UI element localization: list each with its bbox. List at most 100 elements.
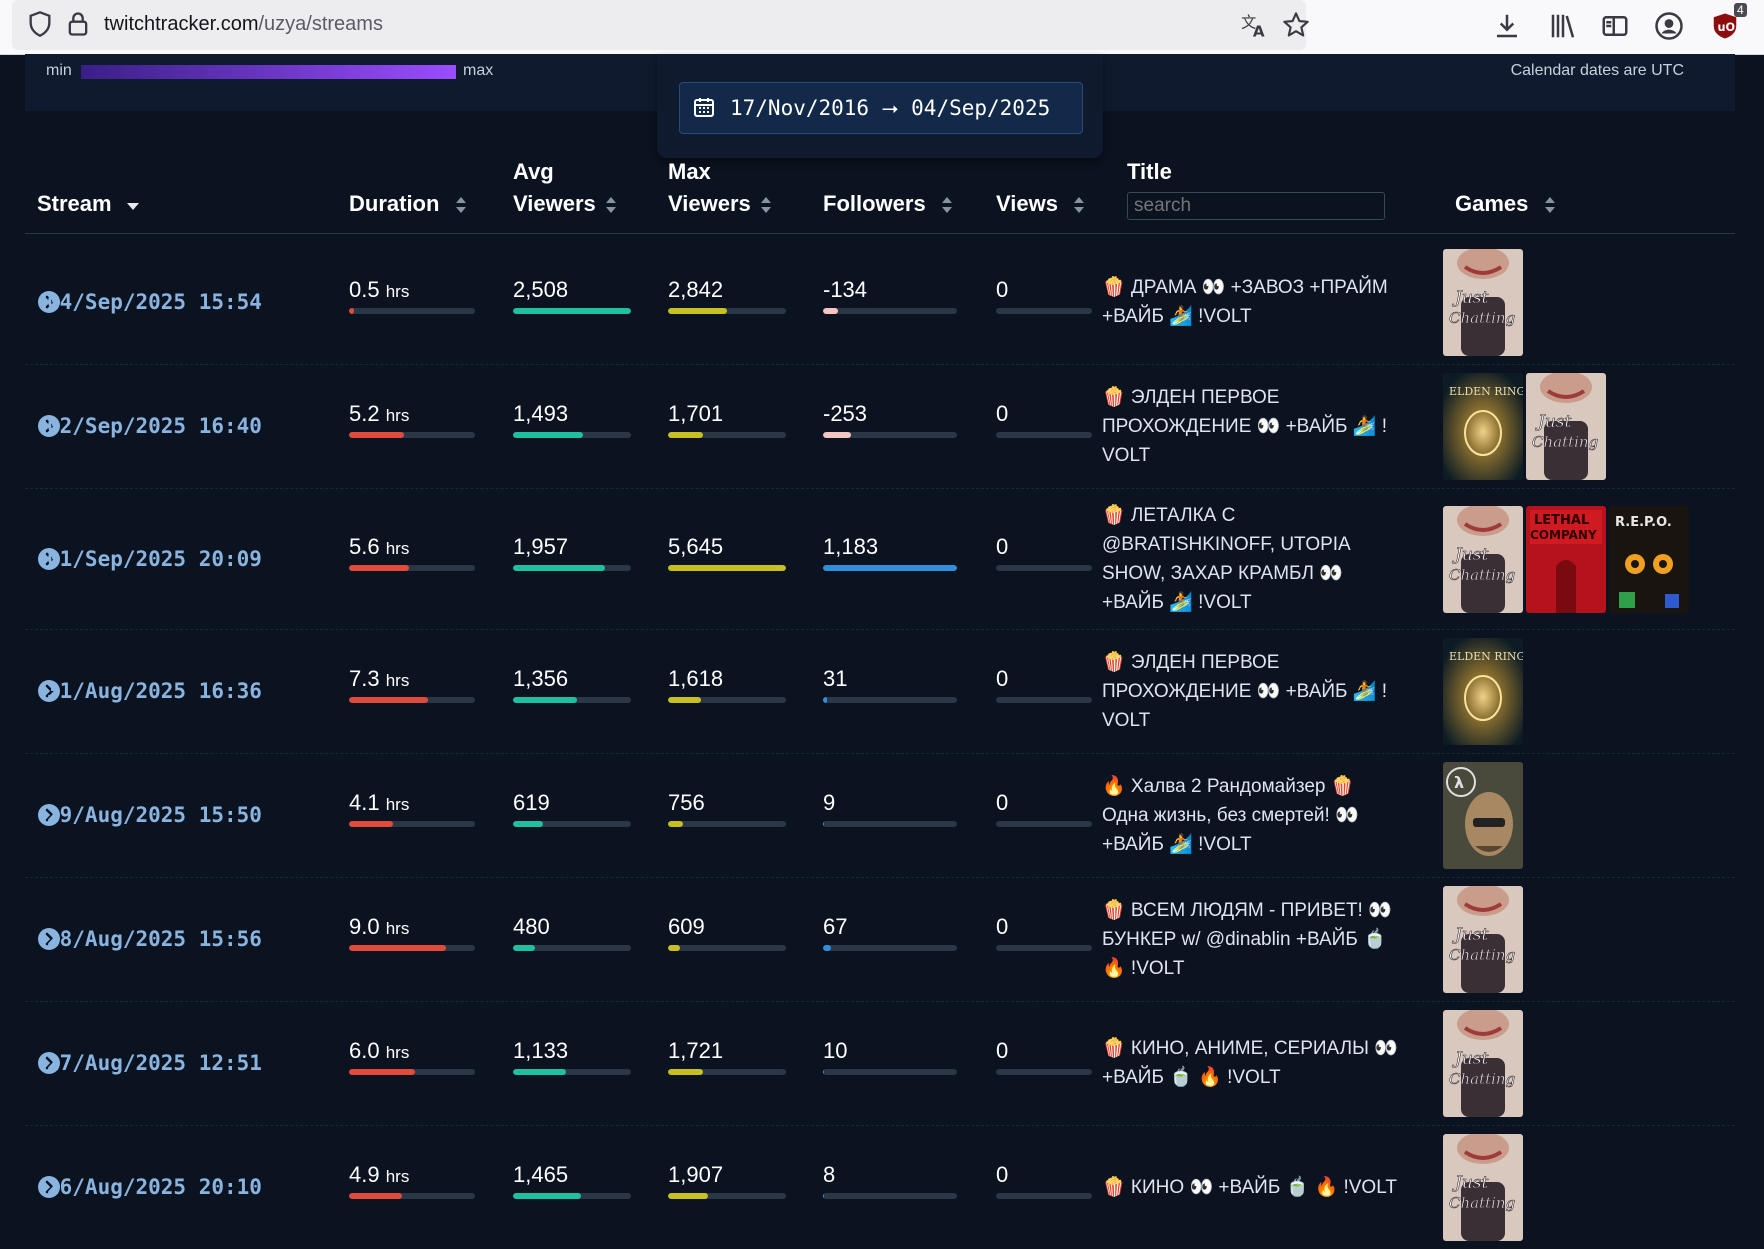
title-line: 🍿 КИНО 👀 +ВАЙБ 🍵 🔥 !VOLT — [1102, 1176, 1397, 1198]
game-thumbnail[interactable]: Just Chatting — [1443, 249, 1523, 356]
followers-bar — [823, 945, 957, 951]
followers-bar — [823, 564, 957, 571]
lock-icon[interactable] — [64, 10, 92, 38]
url-text[interactable]: twitchtracker.com/uzya/streams — [104, 13, 383, 36]
title-line: +ВАЙБ 🏄 !VOLT — [1102, 833, 1252, 855]
views-value: 0 — [996, 914, 1009, 939]
date-range-button[interactable]: 17/Nov/2016 ⭢ 04/Sep/2025 — [679, 82, 1083, 134]
address-bar[interactable]: twitchtracker.com/uzya/streams 文A — [12, 0, 1309, 50]
title-line: 🍿 ЭЛДЕН ПЕРВОЕ — [1102, 386, 1280, 408]
column-avg-viewers[interactable]: Avg Viewers — [513, 156, 618, 220]
game-thumbnail[interactable]: Just Chatting — [1443, 886, 1523, 993]
title-line: ПРОХОЖДЕНИЕ 👀 +ВАЙБ 🏄 ! — [1102, 680, 1388, 702]
column-games[interactable]: Games — [1455, 188, 1557, 220]
followers-value: 10 — [823, 1038, 848, 1063]
max-viewers-value: 1,618 — [668, 666, 724, 691]
title-line: VOLT — [1102, 709, 1151, 731]
title-line: ПРОХОЖДЕНИЕ 👀 +ВАЙБ 🏄 ! — [1102, 415, 1388, 437]
date-range-text: 17/Nov/2016 ⭢ 04/Sep/2025 — [730, 96, 1051, 120]
column-duration[interactable]: Duration — [349, 188, 468, 220]
account-icon[interactable] — [1654, 11, 1684, 41]
duration-bar — [349, 1069, 475, 1075]
game-thumbnail[interactable]: λ — [1443, 762, 1523, 869]
duration-bar — [349, 697, 475, 703]
legend-max-label: max — [463, 62, 494, 79]
title-line: 🍿 КИНО, АНИМЕ, СЕРИАЛЫ 👀 — [1102, 1038, 1398, 1059]
title-search-input[interactable] — [1127, 192, 1385, 220]
title-line: 🔥 Халва 2 Рандомайзер 🍿 — [1102, 775, 1355, 797]
views-bar — [996, 564, 1092, 571]
avg-viewers-value: 1,133 — [513, 1038, 569, 1063]
column-followers[interactable]: Followers — [823, 188, 954, 220]
title-line: 🍿 ЛЕТАЛКА С — [1102, 504, 1236, 526]
svg-text:λ: λ — [1454, 773, 1464, 792]
stream-date-link[interactable]: 02/Sep/2025 16:40 — [47, 414, 262, 438]
stream-date-link[interactable]: 31/Aug/2025 16:36 — [47, 679, 262, 703]
stream-date-link[interactable]: 26/Aug/2025 20:10 — [47, 1175, 262, 1199]
max-viewers-bar — [668, 697, 786, 703]
title-line: 🔥 !VOLT — [1102, 957, 1185, 979]
stream-date-link[interactable]: 04/Sep/2025 15:54 — [47, 290, 262, 314]
avg-viewers-value: 1,493 — [513, 401, 569, 426]
avg-viewers-value: 1,957 — [513, 533, 569, 559]
views-value: 0 — [996, 1038, 1009, 1063]
shield-icon[interactable] — [26, 10, 54, 38]
column-stream[interactable]: Stream — [37, 188, 140, 220]
duration-bar — [349, 308, 475, 314]
views-value: 0 — [996, 666, 1009, 691]
followers-bar — [823, 432, 957, 438]
sort-icon — [605, 197, 616, 214]
translate-icon[interactable]: 文A — [1240, 11, 1268, 39]
game-thumbnail[interactable]: Just Chatting — [1526, 373, 1606, 480]
max-viewers-value: 2,842 — [668, 277, 724, 302]
title-line: SHOW, ЗАХАР КРАМБЛ 👀 — [1102, 562, 1343, 584]
followers-value: 9 — [823, 790, 836, 815]
stream-date-link[interactable]: 29/Aug/2025 15:50 — [47, 803, 262, 827]
game-thumbnail[interactable]: Just Chatting — [1443, 505, 1523, 613]
views-bar — [996, 308, 1092, 314]
library-icon[interactable] — [1548, 11, 1578, 41]
followers-value: -253 — [823, 401, 868, 426]
avg-viewers-bar — [513, 1069, 631, 1075]
game-thumbnail[interactable]: LETHAL COMPANY — [1526, 505, 1606, 613]
game-thumbnail[interactable]: Just Chatting — [1443, 1010, 1523, 1117]
followers-value: -134 — [823, 277, 868, 302]
stream-title: 🔥 Халва 2 Рандомайзер 🍿 Одна жизнь, без с… — [1102, 772, 1432, 859]
stream-date-link[interactable]: 01/Sep/2025 20:09 — [47, 547, 262, 571]
game-thumbnail[interactable]: ELDEN RING — [1443, 638, 1523, 745]
title-line: 🍿 ВСЕМ ЛЮДЯМ - ПРИВЕТ! 👀 — [1102, 899, 1392, 921]
column-views[interactable]: Views — [996, 188, 1086, 220]
svg-text:Just: Just — [1452, 1173, 1488, 1193]
game-thumbnail[interactable]: R.E.P.O. — [1609, 505, 1689, 613]
game-thumbnail[interactable]: Just Chatting — [1443, 1134, 1523, 1241]
stream-date-link[interactable]: 28/Aug/2025 15:56 — [47, 927, 262, 951]
stream-title: 🍿 ЛЕТАЛКА С @BRATISHKINOFF, UTOPIA SHOW, З… — [1102, 501, 1432, 617]
stream-date-link[interactable]: 27/Aug/2025 12:51 — [47, 1051, 262, 1075]
column-max-viewers[interactable]: Max Viewers — [668, 156, 773, 220]
duration-value: 5.6 hrs — [349, 533, 410, 559]
sort-icon — [760, 197, 771, 214]
max-viewers-bar — [668, 821, 786, 827]
duration-bar — [349, 564, 475, 571]
title-line: 🍿 ДРАМА 👀 +ЗАВОЗ +ПРАЙМ — [1102, 277, 1388, 298]
followers-bar — [823, 1193, 957, 1199]
bookmark-star-icon[interactable] — [1282, 11, 1310, 39]
stream-title: 🍿 ДРАМА 👀 +ЗАВОЗ +ПРАЙМ +ВАЙБ 🏄 !VOLT — [1102, 273, 1432, 331]
duration-value: 0.5 hrs — [349, 277, 410, 302]
svg-text:ELDEN RING: ELDEN RING — [1449, 385, 1523, 398]
svg-text:Chatting: Chatting — [1449, 1070, 1515, 1088]
avg-viewers-bar — [513, 308, 631, 314]
title-line: +ВАЙБ 🏄 !VOLT — [1102, 591, 1252, 613]
sort-icon — [455, 197, 466, 214]
views-bar — [996, 697, 1092, 703]
game-thumbnail[interactable]: ELDEN RING — [1443, 373, 1523, 480]
followers-value: 31 — [823, 666, 848, 691]
title-line: +ВАЙБ 🏄 !VOLT — [1102, 306, 1252, 327]
legend-min-label: min — [46, 62, 72, 79]
avg-viewers-value: 1,465 — [513, 1162, 569, 1187]
reader-view-icon[interactable] — [1600, 11, 1630, 41]
views-bar — [996, 1193, 1092, 1199]
downloads-icon[interactable] — [1492, 11, 1522, 41]
views-bar — [996, 945, 1092, 951]
svg-text:Chatting: Chatting — [1449, 946, 1515, 964]
